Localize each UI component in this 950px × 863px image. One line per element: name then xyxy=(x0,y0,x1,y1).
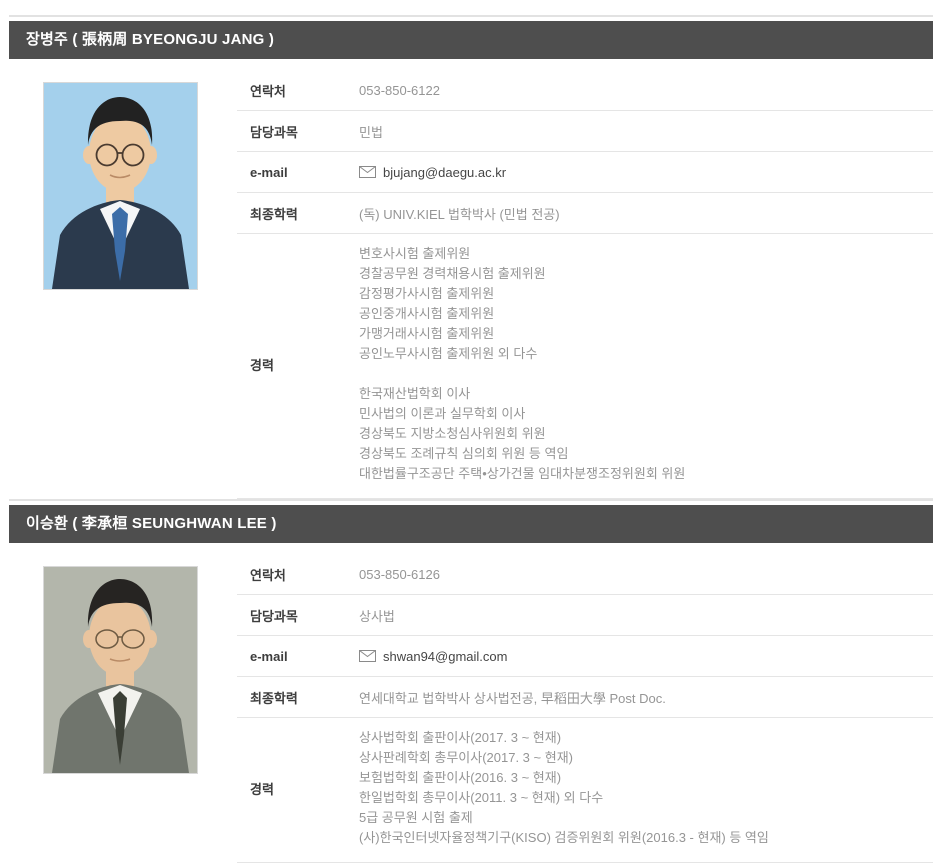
profile-info-table: 연락처 053-850-6126 담당과목 상사법 e-mail shwan94… xyxy=(237,554,933,863)
subjects-value: 상사법 xyxy=(359,606,933,625)
envelope-icon xyxy=(359,650,376,662)
table-row-subjects: 담당과목 상사법 xyxy=(237,595,933,636)
table-row-education: 최종학력 (독) UNIV.KIEL 법학박사 (민법 전공) xyxy=(237,193,933,234)
faculty-profile-page: 장병주 ( 張柄周 BYEONGJU JANG ) xyxy=(9,15,933,863)
table-row-subjects: 담당과목 민법 xyxy=(237,111,933,152)
career-label: 경력 xyxy=(237,355,359,374)
email-link[interactable]: bjujang@daegu.ac.kr xyxy=(383,165,506,180)
contact-value: 053-850-6126 xyxy=(359,567,933,582)
portrait-illustration xyxy=(44,567,197,773)
table-row-career: 경력 상사법학회 출판이사(2017. 3 ~ 현재) 상사판례학회 총무이사(… xyxy=(237,718,933,863)
profile-info-table: 연락처 053-850-6122 담당과목 민법 e-mail bjujang@… xyxy=(237,70,933,499)
education-label: 최종학력 xyxy=(237,204,359,223)
section-divider xyxy=(9,15,933,17)
career-label: 경력 xyxy=(237,779,359,798)
profile-photo xyxy=(43,82,198,290)
profile-name-header: 이승환 ( 李承桓 SEUNGHWAN LEE ) xyxy=(9,505,933,543)
contact-label: 연락처 xyxy=(237,81,359,100)
table-row-education: 최종학력 연세대학교 법학박사 상사법전공, 早稻田大學 Post Doc. xyxy=(237,677,933,718)
subjects-value: 민법 xyxy=(359,122,933,141)
email-label: e-mail xyxy=(237,649,359,664)
professor-profile-1: 장병주 ( 張柄周 BYEONGJU JANG ) xyxy=(9,15,933,499)
email-label: e-mail xyxy=(237,165,359,180)
envelope-icon xyxy=(359,166,376,178)
education-value: (독) UNIV.KIEL 법학박사 (민법 전공) xyxy=(359,204,933,223)
contact-label: 연락처 xyxy=(237,565,359,584)
profile-name-header: 장병주 ( 張柄周 BYEONGJU JANG ) xyxy=(9,21,933,59)
career-value: 변호사시험 출제위원 경찰공무원 경력채용시험 출제위원 감정평가사시험 출제위… xyxy=(359,244,933,484)
table-row-email: e-mail bjujang@daegu.ac.kr xyxy=(237,152,933,193)
education-label: 최종학력 xyxy=(237,688,359,707)
subjects-label: 담당과목 xyxy=(237,122,359,141)
table-row-career: 경력 변호사시험 출제위원 경찰공무원 경력채용시험 출제위원 감정평가사시험 … xyxy=(237,234,933,499)
education-value: 연세대학교 법학박사 상사법전공, 早稻田大學 Post Doc. xyxy=(359,688,933,707)
email-link[interactable]: shwan94@gmail.com xyxy=(383,649,507,664)
contact-value: 053-850-6122 xyxy=(359,83,933,98)
profile-photo xyxy=(43,566,198,774)
career-value: 상사법학회 출판이사(2017. 3 ~ 현재) 상사판례학회 총무이사(201… xyxy=(359,728,933,848)
portrait-illustration xyxy=(44,83,197,289)
professor-profile-2: 이승환 ( 李承桓 SEUNGHWAN LEE ) xyxy=(9,499,933,863)
section-divider xyxy=(9,499,933,501)
table-row-contact: 연락처 053-850-6126 xyxy=(237,554,933,595)
table-row-email: e-mail shwan94@gmail.com xyxy=(237,636,933,677)
table-row-contact: 연락처 053-850-6122 xyxy=(237,70,933,111)
subjects-label: 담당과목 xyxy=(237,606,359,625)
